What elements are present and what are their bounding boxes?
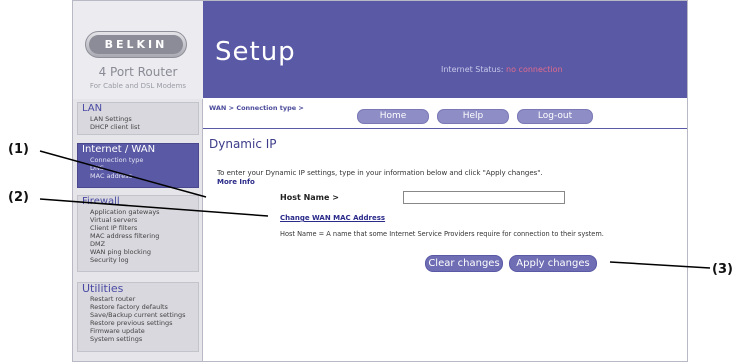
sidebar-title-utilities[interactable]: Utilities xyxy=(78,283,198,295)
section-heading: Dynamic IP xyxy=(209,137,277,151)
sidebar-item-dmz[interactable]: DMZ xyxy=(78,240,198,248)
callout-3: (3) xyxy=(712,262,733,277)
callout-2: (2) xyxy=(8,190,29,205)
sidebar: BELKIN 4 Port Router For Cable and DSL M… xyxy=(73,1,203,361)
sidebar-item-application-gateways[interactable]: Application gateways xyxy=(78,208,198,216)
main-content: Dynamic IP To enter your Dynamic IP sett… xyxy=(203,129,687,361)
belkin-logo-text: BELKIN xyxy=(89,35,183,54)
router-admin-window: BELKIN 4 Port Router For Cable and DSL M… xyxy=(72,0,688,362)
logo-area: BELKIN 4 Port Router For Cable and DSL M… xyxy=(73,1,203,99)
sidebar-item-dns[interactable]: DNS xyxy=(78,164,198,172)
product-name: 4 Port Router xyxy=(98,65,178,79)
internet-status-value: no connection xyxy=(506,65,563,74)
help-button[interactable]: Help xyxy=(437,109,509,124)
host-name-label: Host Name > xyxy=(280,193,339,202)
sidebar-item-restart-router[interactable]: Restart router xyxy=(78,295,198,303)
internet-status: Internet Status: no connection xyxy=(441,65,563,74)
sidebar-title-firewall[interactable]: Firewall xyxy=(78,196,198,208)
nav-bar: WAN > Connection type > Home Help Log-ou… xyxy=(203,98,687,129)
sidebar-item-security-log[interactable]: Security log xyxy=(78,256,198,264)
sidebar-section-internet-wan: Internet / WAN Connection type DNS MAC a… xyxy=(77,143,199,188)
host-name-description: Host Name = A name that some Internet Se… xyxy=(280,230,604,238)
apply-changes-button[interactable]: Apply changes xyxy=(509,255,597,272)
sidebar-item-client-ip-filters[interactable]: Client IP filters xyxy=(78,224,198,232)
change-wan-mac-link[interactable]: Change WAN MAC Address xyxy=(280,214,385,222)
logout-button[interactable]: Log-out xyxy=(517,109,593,124)
sidebar-section-firewall: Firewall Application gateways Virtual se… xyxy=(77,195,199,272)
sidebar-title-internet-wan[interactable]: Internet / WAN xyxy=(78,144,198,156)
internet-status-label: Internet Status: xyxy=(441,65,504,74)
sidebar-item-wan-ping-blocking[interactable]: WAN ping blocking xyxy=(78,248,198,256)
sidebar-item-firmware-update[interactable]: Firmware update xyxy=(78,327,198,335)
home-button[interactable]: Home xyxy=(357,109,429,124)
sidebar-item-system-settings[interactable]: System settings xyxy=(78,335,198,343)
page-title: Setup xyxy=(215,37,296,67)
sidebar-item-connection-type[interactable]: Connection type xyxy=(78,156,198,164)
more-info-link[interactable]: More Info xyxy=(217,178,255,186)
intro-text: To enter your Dynamic IP settings, type … xyxy=(217,169,543,177)
clear-changes-button[interactable]: Clear changes xyxy=(425,255,503,272)
belkin-logo: BELKIN xyxy=(85,31,187,58)
host-name-input[interactable] xyxy=(403,191,565,204)
sidebar-item-virtual-servers[interactable]: Virtual servers xyxy=(78,216,198,224)
sidebar-item-restore-previous-settings[interactable]: Restore previous settings xyxy=(78,319,198,327)
sidebar-item-dhcp-client-list[interactable]: DHCP client list xyxy=(78,123,198,131)
sidebar-item-save-backup-settings[interactable]: Save/Backup current settings xyxy=(78,311,198,319)
product-subtitle: For Cable and DSL Modems xyxy=(89,82,187,90)
page-header: Setup Internet Status: no connection xyxy=(203,1,687,98)
callout-1: (1) xyxy=(8,142,29,157)
breadcrumb: WAN > Connection type > xyxy=(209,104,304,112)
sidebar-item-lan-settings[interactable]: LAN Settings xyxy=(78,115,198,123)
sidebar-item-mac-address-filtering[interactable]: MAC address filtering xyxy=(78,232,198,240)
sidebar-section-utilities: Utilities Restart router Restore factory… xyxy=(77,282,199,352)
sidebar-title-lan[interactable]: LAN xyxy=(78,103,198,115)
sidebar-section-lan: LAN LAN Settings DHCP client list xyxy=(77,102,199,135)
sidebar-item-restore-factory-defaults[interactable]: Restore factory defaults xyxy=(78,303,198,311)
sidebar-item-mac-address[interactable]: MAC address xyxy=(78,172,198,180)
